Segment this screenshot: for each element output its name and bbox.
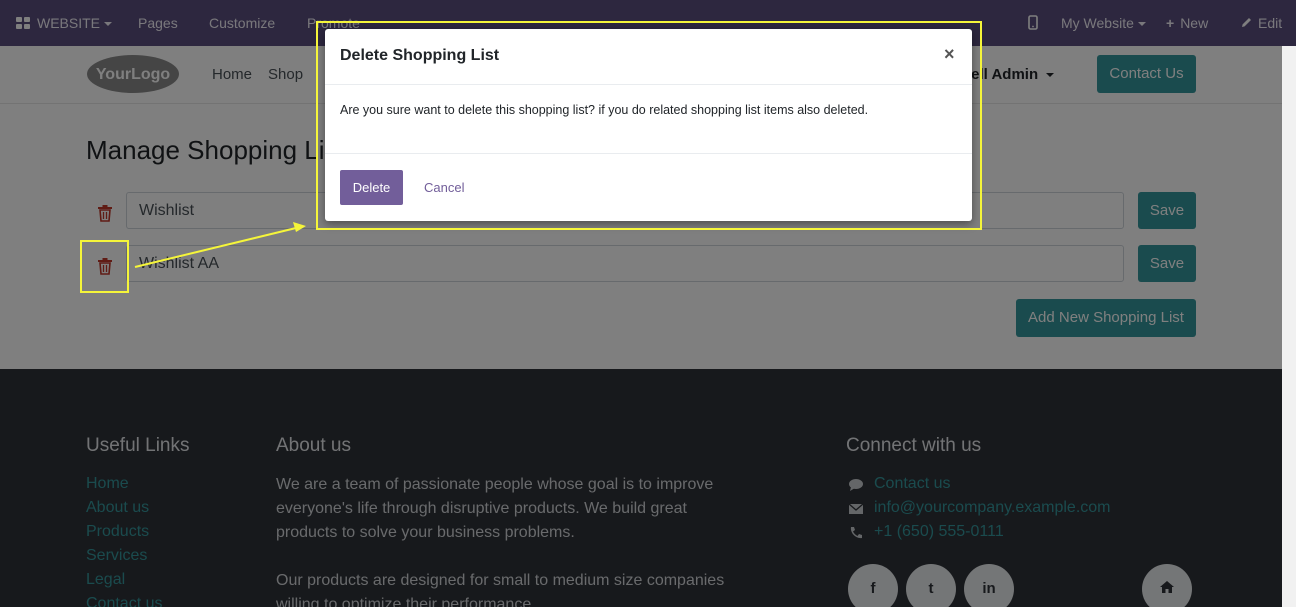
page-scrollbar[interactable] xyxy=(1282,46,1296,607)
highlight-box-trash xyxy=(80,240,129,293)
highlight-box-modal xyxy=(316,21,982,230)
